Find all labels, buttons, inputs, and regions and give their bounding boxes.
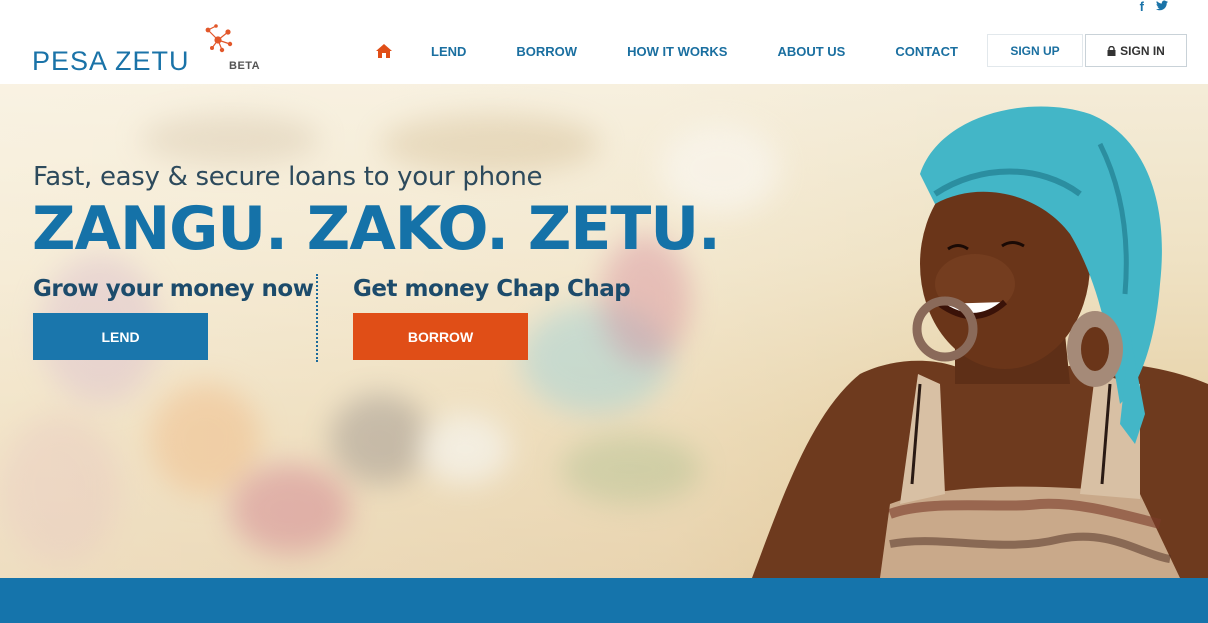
facebook-icon[interactable]: f	[1140, 0, 1144, 13]
woman-portrait-image	[752, 106, 1208, 578]
cta-divider	[316, 274, 318, 362]
logo-network-icon	[205, 24, 233, 53]
beta-badge: BETA	[229, 60, 261, 72]
nav-lend[interactable]: LEND	[406, 44, 491, 59]
nav-home[interactable]	[360, 44, 406, 58]
main-nav: LEND BORROW HOW IT WORKS ABOUT US CONTAC…	[360, 34, 983, 68]
lend-heading: Grow your money now	[33, 276, 314, 302]
lock-icon	[1107, 45, 1116, 56]
twitter-icon[interactable]	[1156, 0, 1168, 13]
lend-button[interactable]: LEND	[33, 313, 208, 360]
nav-about-us[interactable]: ABOUT US	[752, 44, 870, 59]
sign-in-label: SIGN IN	[1120, 43, 1165, 58]
social-links: f	[1140, 0, 1168, 13]
sign-up-button[interactable]: SIGN UP	[987, 34, 1083, 67]
nav-how-it-works[interactable]: HOW IT WORKS	[602, 44, 752, 59]
borrow-heading: Get money Chap Chap	[353, 276, 631, 302]
hero-banner: Fast, easy & secure loans to your phone …	[0, 84, 1208, 578]
borrow-button[interactable]: BORROW	[353, 313, 528, 360]
hero-tagline: Fast, easy & secure loans to your phone	[33, 162, 543, 192]
logo[interactable]: PESA ZETU BETA	[32, 24, 272, 76]
section-band	[0, 578, 1208, 623]
nav-borrow[interactable]: BORROW	[491, 44, 602, 59]
home-icon	[376, 44, 392, 58]
site-header: f PESA ZETU BETA LEND BORROW HOW IT WORK…	[0, 0, 1208, 84]
nav-contact[interactable]: CONTACT	[870, 44, 983, 59]
sign-in-button[interactable]: SIGN IN	[1085, 34, 1187, 67]
page: f PESA ZETU BETA LEND BORROW HOW IT WORK…	[0, 0, 1208, 623]
hero-headline: ZANGU. ZAKO. ZETU.	[32, 194, 721, 264]
logo-wordmark: PESA ZETU	[32, 46, 190, 76]
